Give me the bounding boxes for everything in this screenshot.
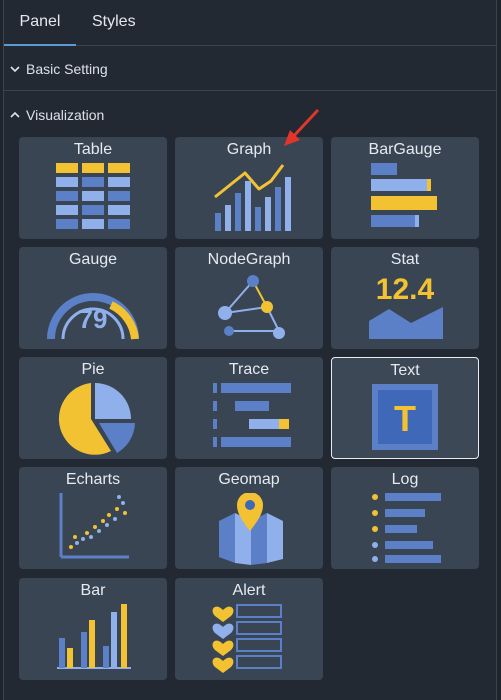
text-glyph: T <box>394 398 416 439</box>
viz-card-label: Echarts <box>65 471 121 488</box>
viz-card-nodegraph[interactable]: NodeGraph <box>175 247 323 349</box>
gauge-value: 79 <box>79 304 108 334</box>
node-graph-icon <box>218 275 285 339</box>
viz-card-label: Stat <box>390 251 420 268</box>
alert-icon <box>212 604 282 673</box>
viz-card-bar[interactable]: Bar <box>19 578 167 680</box>
stat-icon: 12.4 <box>369 273 443 339</box>
viz-card-trace[interactable]: Trace <box>175 357 323 459</box>
viz-card-label: Gauge <box>68 251 118 268</box>
viz-card-alert[interactable]: Alert <box>175 578 323 680</box>
viz-card-echarts[interactable]: Echarts <box>19 467 167 569</box>
viz-card-label: Log <box>391 471 419 488</box>
viz-card-text[interactable]: Text T <box>331 357 479 459</box>
panel-frame: Panel Styles Basic Setting Visualization… <box>3 0 497 700</box>
viz-card-label: BarGauge <box>368 141 442 158</box>
viz-card-label: Bar <box>80 582 106 599</box>
bar-gauge-icon <box>371 163 437 227</box>
echarts-icon <box>59 493 129 559</box>
gauge-icon: 79 <box>47 293 139 340</box>
viz-card-label: Alert <box>232 582 266 599</box>
text-icon: T <box>372 384 438 450</box>
chevron-up-icon <box>10 111 20 118</box>
viz-card-label: NodeGraph <box>207 251 291 268</box>
viz-card-pie[interactable]: Pie <box>19 357 167 459</box>
viz-card-label: Trace <box>228 361 270 378</box>
stat-value: 12.4 <box>376 273 435 306</box>
chevron-down-icon <box>10 66 20 73</box>
viz-card-label: Text <box>390 362 420 379</box>
section-basic-setting[interactable]: Basic Setting <box>4 47 496 91</box>
log-icon <box>372 493 441 563</box>
geomap-icon <box>219 493 283 565</box>
bar-icon <box>57 604 131 669</box>
viz-card-stat[interactable]: Stat 12.4 <box>331 247 479 349</box>
section-visualization[interactable]: Visualization <box>4 93 496 137</box>
table-icon <box>56 163 130 229</box>
pie-icon <box>58 383 135 455</box>
viz-card-label: Pie <box>81 361 105 378</box>
section-visualization-label: Visualization <box>26 107 105 123</box>
tab-bar: Panel Styles <box>4 0 496 46</box>
trace-icon <box>213 383 291 447</box>
viz-card-log[interactable]: Log <box>331 467 479 569</box>
graph-icon <box>214 164 291 231</box>
viz-card-label: Geomap <box>218 471 280 488</box>
section-basic-setting-label: Basic Setting <box>26 61 108 77</box>
viz-card-bargauge[interactable]: BarGauge <box>331 137 479 239</box>
viz-card-label: Graph <box>226 141 272 158</box>
tab-styles[interactable]: Styles <box>90 0 138 46</box>
tab-panel[interactable]: Panel <box>4 0 76 46</box>
viz-card-gauge[interactable]: Gauge 79 <box>19 247 167 349</box>
viz-card-graph[interactable]: Graph <box>175 137 323 239</box>
viz-card-label: Table <box>73 141 113 158</box>
viz-card-geomap[interactable]: Geomap <box>175 467 323 569</box>
viz-card-table[interactable]: Table <box>19 137 167 239</box>
